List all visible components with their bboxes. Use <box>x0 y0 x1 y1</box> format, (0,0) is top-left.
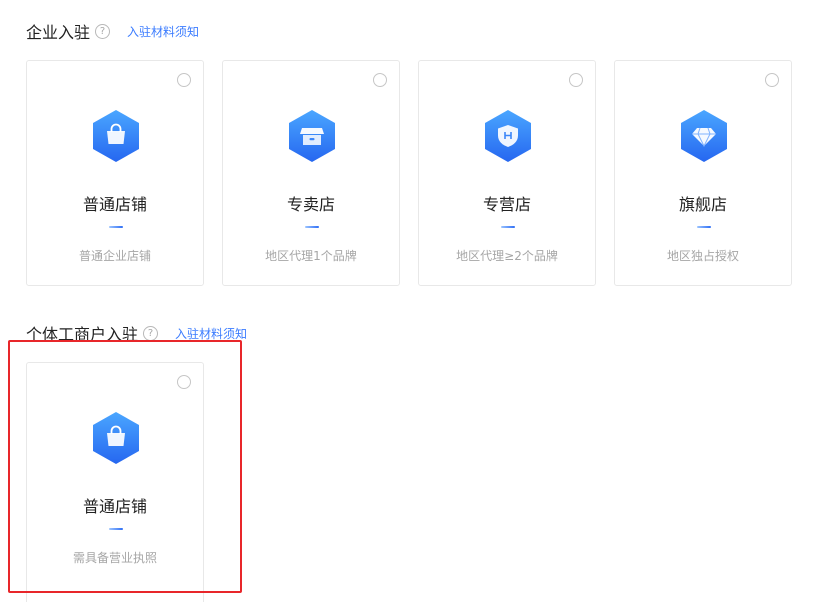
store-type-card-standard[interactable]: 普通店铺 普通企业店铺 <box>26 60 204 286</box>
enterprise-section-title: 企业入驻 <box>26 23 91 42</box>
storefront-icon <box>284 108 340 164</box>
card-title: 专营店 <box>482 195 531 214</box>
accent-divider <box>501 226 515 228</box>
card-title: 专卖店 <box>286 195 335 214</box>
individual-notice-link[interactable]: 入驻材料须知 <box>175 325 247 342</box>
help-icon[interactable]: ? <box>143 325 159 341</box>
card-description: 普通企业店铺 <box>78 249 151 263</box>
individual-section-header: 个体工商户入驻 ? 入驻材料须知 <box>26 322 247 344</box>
store-type-card-exclusive[interactable]: 专卖店 地区代理1个品牌 <box>222 60 400 286</box>
card-title: 旗舰店 <box>678 195 727 214</box>
diamond-icon <box>676 108 732 164</box>
card-description: 地区独占授权 <box>666 249 739 263</box>
enterprise-notice-link[interactable]: 入驻材料须知 <box>127 23 199 40</box>
shopping-bag-icon <box>88 108 144 164</box>
radio-button[interactable] <box>177 375 191 389</box>
store-type-card-individual-standard[interactable]: 普通店铺 需具备营业执照 <box>26 362 204 602</box>
shield-icon <box>480 108 536 164</box>
radio-button[interactable] <box>569 73 583 87</box>
radio-button[interactable] <box>765 73 779 87</box>
individual-section-title: 个体工商户入驻 <box>26 325 139 344</box>
radio-button[interactable] <box>177 73 191 87</box>
radio-button[interactable] <box>373 73 387 87</box>
card-description: 地区代理1个品牌 <box>265 249 357 263</box>
accent-divider <box>109 528 123 530</box>
shopping-bag-icon <box>88 410 144 466</box>
card-description: 需具备营业执照 <box>72 551 157 565</box>
accent-divider <box>109 226 123 228</box>
store-type-card-flagship[interactable]: 旗舰店 地区独占授权 <box>614 60 792 286</box>
card-description: 地区代理≥2个品牌 <box>456 249 558 263</box>
accent-divider <box>697 226 711 228</box>
accent-divider <box>305 226 319 228</box>
enterprise-section-header: 企业入驻 ? 入驻材料须知 <box>26 20 199 42</box>
store-type-card-specialty[interactable]: 专营店 地区代理≥2个品牌 <box>418 60 596 286</box>
help-icon[interactable]: ? <box>95 23 111 39</box>
card-title: 普通店铺 <box>82 195 147 214</box>
card-title: 普通店铺 <box>82 497 147 516</box>
